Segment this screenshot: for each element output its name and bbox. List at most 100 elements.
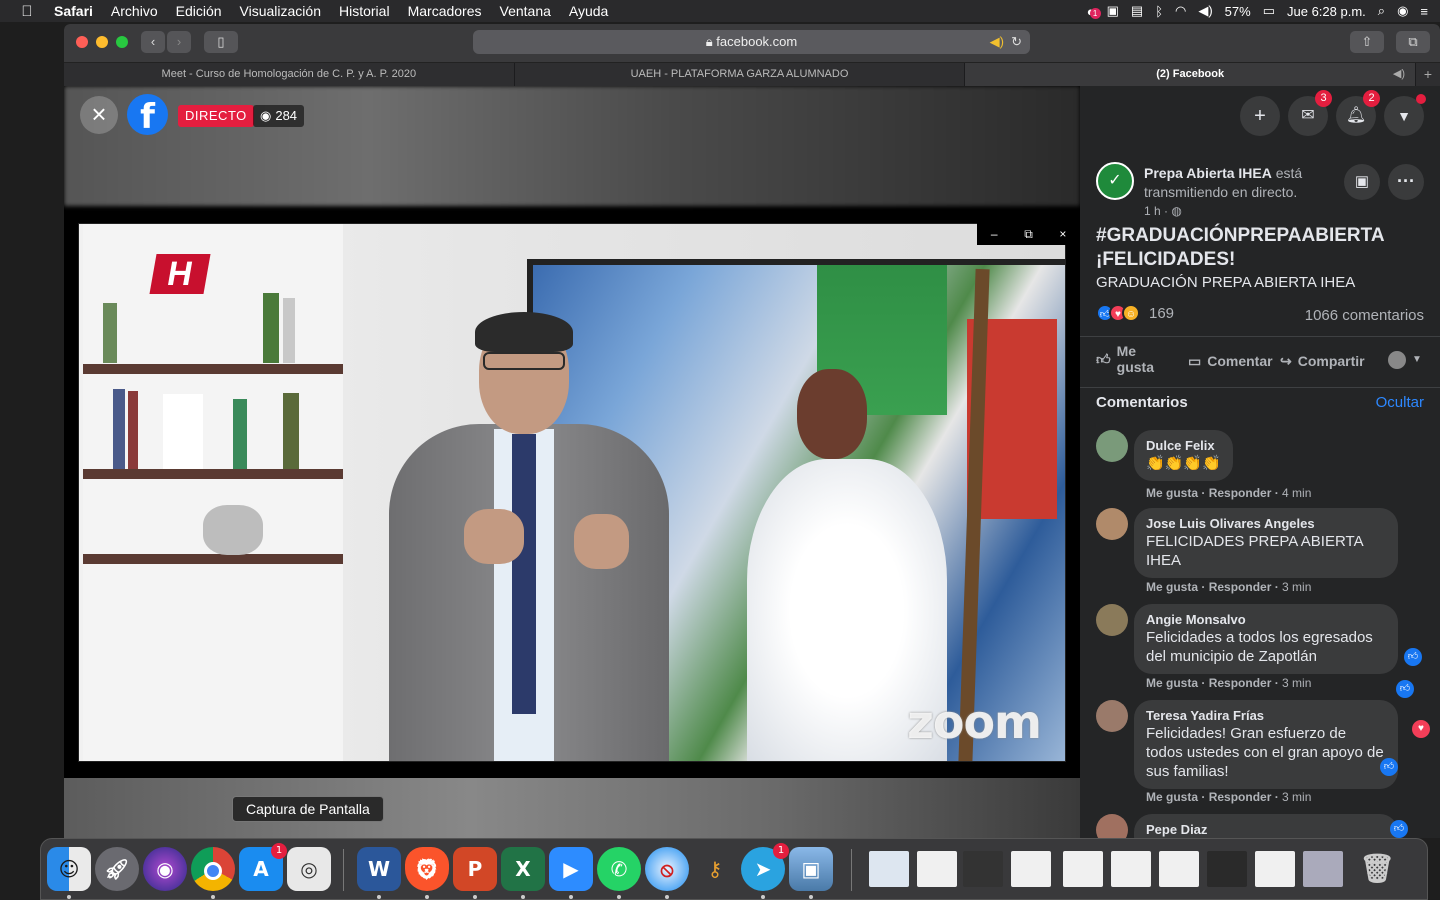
powerpoint-icon[interactable]: P <box>453 847 497 899</box>
whatsapp-icon[interactable]: ✆ <box>597 847 641 899</box>
minimized-window-thumbnail[interactable] <box>1063 851 1103 887</box>
menu-ayuda[interactable]: Ayuda <box>569 3 608 19</box>
comment-like-link[interactable]: Me gusta <box>1146 580 1198 594</box>
commenter-name[interactable]: Dulce Felix <box>1146 438 1221 454</box>
safari-icon[interactable]: ⦸ <box>645 847 689 899</box>
menu-app-name[interactable]: Safari <box>54 3 93 19</box>
page-name-link[interactable]: Prepa Abierta IHEA <box>1144 165 1272 181</box>
battery-icon[interactable]: ▭ <box>1263 3 1275 19</box>
minimized-window-thumbnail[interactable] <box>1159 851 1199 887</box>
notifications-button[interactable]: 🔔︎ 2 <box>1336 90 1380 136</box>
tab-uaeh[interactable]: UAEH - PLATAFORMA GARZA ALUMNADO <box>515 63 966 86</box>
siri-icon[interactable]: ◉ <box>1397 3 1408 19</box>
tab-audio-icon[interactable]: ◀) <box>1393 63 1405 86</box>
word-icon[interactable]: W <box>357 847 401 899</box>
finder-icon[interactable]: ☺ <box>47 847 91 899</box>
page-avatar[interactable]: ✓ <box>1096 162 1134 200</box>
comment-reply-link[interactable]: Responder <box>1209 790 1272 804</box>
minimized-window-thumbnail[interactable] <box>1255 851 1295 887</box>
comment-like-link[interactable]: Me gusta <box>1146 676 1198 690</box>
zoom-close-icon[interactable]: × <box>1046 223 1080 245</box>
telegram-icon[interactable]: ➤ 1 <box>741 843 789 899</box>
menu-ventana[interactable]: Ventana <box>500 3 551 19</box>
comment-like-reaction-icon[interactable]: 👍︎ <box>1390 820 1408 838</box>
minimized-window-thumbnail[interactable] <box>1207 851 1247 887</box>
comment-love-reaction-icon[interactable]: ♥ <box>1412 720 1430 738</box>
minimized-window-thumbnail[interactable] <box>869 851 909 887</box>
commenter-name[interactable]: Jose Luis Olivares Angeles <box>1146 516 1386 532</box>
facebook-logo-icon[interactable]: f <box>127 94 168 135</box>
comment-like-link[interactable]: Me gusta <box>1146 790 1198 804</box>
more-options-button[interactable]: ··· <box>1388 164 1424 200</box>
reload-icon[interactable]: ↻ <box>1011 30 1022 54</box>
comment-like-reaction-icon[interactable]: 👍︎ <box>1396 680 1414 698</box>
menu-edicion[interactable]: Edición <box>176 3 222 19</box>
share-audience-selector[interactable]: ▼ <box>1388 351 1422 369</box>
address-bar[interactable]: 🔒︎ facebook.com ◀) ↻ <box>473 30 1030 54</box>
share-button[interactable]: ↪ Compartir <box>1280 353 1365 369</box>
window-close-button[interactable] <box>76 36 88 48</box>
close-video-button[interactable]: × <box>80 96 118 134</box>
new-tab-button[interactable]: + <box>1416 63 1440 86</box>
preview-icon[interactable]: ▣ <box>789 847 833 899</box>
comment-like-link[interactable]: Me gusta <box>1146 486 1198 500</box>
screenshot-icon[interactable]: ◎ <box>287 847 331 891</box>
keychain-icon[interactable]: ⚷ <box>693 847 737 891</box>
video-frame[interactable]: H zoom <box>78 223 1066 762</box>
minimized-window-thumbnail[interactable] <box>1111 851 1151 887</box>
minimized-window-thumbnail[interactable] <box>1303 851 1343 887</box>
reaction-summary[interactable]: 👍︎ ♥ ☺ 169 <box>1096 304 1174 322</box>
tab-meet[interactable]: Meet - Curso de Homologación de C. P. y … <box>64 63 515 86</box>
window-minimize-button[interactable] <box>96 36 108 48</box>
minimized-window-thumbnail[interactable] <box>1011 851 1051 887</box>
launchpad-icon[interactable]: 🚀︎ <box>95 847 139 891</box>
like-button[interactable]: 👍︎ Me gusta <box>1096 343 1186 375</box>
menu-visualizacion[interactable]: Visualización <box>240 3 321 19</box>
comment-time[interactable]: 3 min <box>1282 580 1311 594</box>
comment-like-reaction-icon[interactable]: 👍︎ <box>1404 648 1422 666</box>
messenger-button[interactable]: ✉ 3 <box>1288 90 1332 136</box>
brave-icon[interactable]: 🦁︎ <box>405 847 449 899</box>
trash-icon[interactable]: 🗑︎ <box>1355 847 1399 891</box>
commenter-name[interactable]: Pepe Diaz <box>1146 822 1386 838</box>
zoom-icon[interactable]: ▶ <box>549 847 593 899</box>
avatar[interactable] <box>1096 814 1128 838</box>
zoom-status-icon[interactable]: ▣ <box>1107 3 1119 19</box>
bluetooth-icon[interactable]: ᛒ <box>1155 4 1163 19</box>
live-video-player[interactable]: × f DIRECTO ◉ 284 H zoom – ⧉ × <box>64 86 1080 838</box>
forward-button[interactable]: › <box>167 31 191 53</box>
create-button[interactable]: + <box>1240 96 1280 136</box>
battery-percent[interactable]: 57% <box>1225 4 1251 19</box>
chat-status-icon[interactable]: ▤ <box>1131 3 1143 19</box>
show-tabs-button[interactable]: ⧉ <box>1396 31 1430 53</box>
comment-count-link[interactable]: 1066 comentarios <box>1305 307 1424 324</box>
comment-time[interactable]: 3 min <box>1282 790 1311 804</box>
app-store-icon[interactable]: A1 <box>239 843 287 891</box>
menu-marcadores[interactable]: Marcadores <box>408 3 482 19</box>
notification-center-icon[interactable]: ≡ <box>1420 4 1428 19</box>
avatar[interactable] <box>1096 508 1128 540</box>
minimized-window-thumbnail[interactable] <box>963 851 1003 887</box>
tab-facebook[interactable]: (2) Facebook ◀) <box>965 63 1417 86</box>
menu-historial[interactable]: Historial <box>339 3 390 19</box>
back-button[interactable]: ‹ <box>141 31 165 53</box>
comment-reply-link[interactable]: Responder <box>1209 580 1272 594</box>
apple-menu-icon[interactable]:  <box>0 3 54 20</box>
window-fullscreen-button[interactable] <box>116 36 128 48</box>
menubar-clock[interactable]: Jue 6:28 p.m. <box>1287 4 1366 19</box>
chrome-status-icon[interactable]: ●1 <box>1087 4 1101 19</box>
spotlight-search-icon[interactable]: ⌕ <box>1378 3 1385 19</box>
commenter-name[interactable]: Teresa Yadira Frías <box>1146 708 1386 724</box>
comment-time[interactable]: 4 min <box>1282 486 1311 500</box>
comment-reply-link[interactable]: Responder <box>1209 486 1272 500</box>
zoom-restore-icon[interactable]: ⧉ <box>1011 223 1045 245</box>
comment-time[interactable]: 3 min <box>1282 676 1311 690</box>
volume-icon[interactable]: ◀) <box>1198 3 1212 19</box>
account-menu-button[interactable]: ▼ <box>1384 94 1426 136</box>
avatar[interactable] <box>1096 430 1128 462</box>
menu-archivo[interactable]: Archivo <box>111 3 158 19</box>
avatar[interactable] <box>1096 700 1128 732</box>
commenter-name[interactable]: Angie Monsalvo <box>1146 612 1386 628</box>
siri-icon[interactable]: ◉ <box>143 847 187 891</box>
chrome-icon[interactable] <box>191 847 235 899</box>
